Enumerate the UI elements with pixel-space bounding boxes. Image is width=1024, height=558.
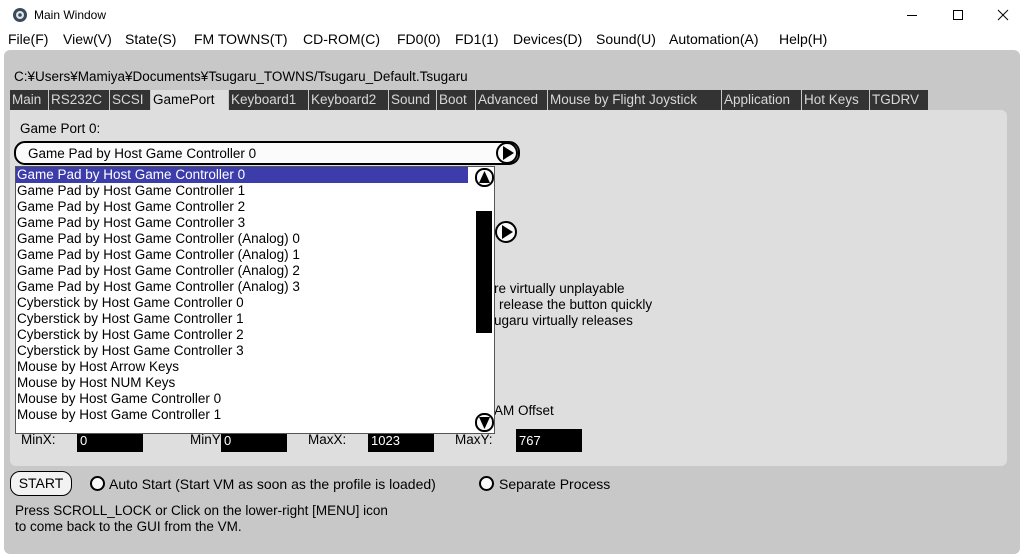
tab-tgdrv[interactable]: TGDRV [870, 90, 928, 110]
menu-fd0[interactable]: FD0(0) [397, 31, 441, 47]
dropdown-option[interactable]: Game Pad by Host Game Controller 0 [16, 167, 468, 183]
help-text-line2: to come back to the GUI from the VM. [15, 519, 242, 534]
profile-path: C:¥Users¥Mamiya¥Documents¥Tsugaru_TOWNS/… [14, 69, 468, 84]
menu-view[interactable]: View(V) [63, 31, 112, 47]
scroll-thumb[interactable] [476, 211, 492, 333]
maxy-field[interactable]: 767 [516, 429, 582, 452]
menu-automation[interactable]: Automation(A) [669, 31, 758, 47]
maxy-label: MaxY: [455, 432, 493, 447]
dropdown-option[interactable]: Game Pad by Host Game Controller (Analog… [16, 247, 468, 263]
scroll-down-icon[interactable] [475, 413, 494, 432]
dropdown-option[interactable]: Cyberstick by Host Game Controller 3 [16, 343, 468, 359]
game-port-0-combo[interactable]: Game Pad by Host Game Controller 0 [14, 141, 520, 165]
dropdown-option[interactable]: Game Pad by Host Game Controller (Analog… [16, 231, 468, 247]
menu-file[interactable]: File(F) [8, 31, 48, 47]
miny-label: MinY: [190, 432, 224, 447]
game-port-0-dropdown-list[interactable]: Game Pad by Host Game Controller 0 Game … [15, 166, 495, 434]
combo-arrow-icon[interactable] [495, 142, 519, 164]
dropdown-option[interactable]: Cyberstick by Host Game Controller 2 [16, 327, 468, 343]
menu-devices[interactable]: Devices(D) [513, 31, 582, 47]
maxx-label: MaxX: [308, 432, 347, 447]
menu-fm-towns[interactable]: FM TOWNS(T) [194, 31, 288, 47]
dropdown-scrollbar[interactable] [474, 167, 494, 433]
tab-advanced[interactable]: Advanced [476, 90, 547, 110]
tab-keyboard2[interactable]: Keyboard2 [309, 90, 388, 110]
offset-label: AM Offset [494, 403, 554, 418]
menu-cd-rom[interactable]: CD-ROM(C) [303, 31, 380, 47]
game-port-0-label: Game Port 0: [20, 121, 101, 136]
start-button[interactable]: START [10, 471, 72, 496]
tab-rs232c[interactable]: RS232C [49, 90, 109, 110]
tab-mouse-by-flight-joystick[interactable]: Mouse by Flight Joystick [548, 90, 721, 110]
dropdown-option[interactable]: Game Pad by Host Game Controller 1 [16, 183, 468, 199]
window-title: Main Window [34, 8, 107, 22]
tab-gameport[interactable]: GamePort [151, 90, 228, 110]
tab-application[interactable]: Application [722, 90, 801, 110]
menu-fd1[interactable]: FD1(1) [455, 31, 499, 47]
main-window: Main Window File(F) View(V) State(S) FM … [0, 0, 1024, 558]
close-icon [997, 9, 1009, 21]
tab-keyboard1[interactable]: Keyboard1 [229, 90, 308, 110]
tab-main[interactable]: Main [10, 90, 48, 110]
minimize-button[interactable] [889, 0, 935, 30]
combo-selected-value: Game Pad by Host Game Controller 0 [28, 146, 257, 161]
separate-process-label[interactable]: Separate Process [499, 476, 610, 492]
dropdown-option[interactable]: Game Pad by Host Game Controller (Analog… [16, 263, 468, 279]
tab-scsi[interactable]: SCSI [110, 90, 150, 110]
game-port-1-combo-arrow-icon[interactable] [494, 220, 518, 244]
dropdown-option[interactable]: Game Pad by Host Game Controller 2 [16, 199, 468, 215]
dropdown-option[interactable]: Mouse by Host Game Controller 0 [16, 391, 468, 407]
minimize-icon [907, 15, 917, 16]
menu-help[interactable]: Help(H) [779, 31, 827, 47]
app-icon [12, 7, 28, 23]
help-text-line1: Press SCROLL_LOCK or Click on the lower-… [15, 503, 388, 518]
minx-label: MinX: [21, 432, 56, 447]
tab-boot[interactable]: Boot [437, 90, 475, 110]
tab-sound[interactable]: Sound [389, 90, 436, 110]
dropdown-option[interactable]: Mouse by Host Game Controller 1 [16, 407, 468, 423]
note-text-line2: release the button quickly [499, 297, 653, 312]
maximize-icon [953, 10, 963, 20]
dropdown-option[interactable]: Cyberstick by Host Game Controller 1 [16, 311, 468, 327]
dropdown-option[interactable]: Mouse by Host NUM Keys [16, 375, 468, 391]
auto-start-radio[interactable] [90, 476, 105, 491]
maximize-button[interactable] [935, 0, 981, 30]
scroll-up-icon[interactable] [475, 168, 494, 187]
note-text-line3: ugaru virtually releases [494, 313, 633, 328]
auto-start-label[interactable]: Auto Start (Start VM as soon as the prof… [109, 476, 436, 492]
menu-bar: File(F) View(V) State(S) FM TOWNS(T) CD-… [0, 30, 1024, 50]
dropdown-option[interactable]: Cyberstick by Host Game Controller 0 [16, 295, 468, 311]
tab-hot-keys[interactable]: Hot Keys [802, 90, 869, 110]
dropdown-option[interactable]: Game Pad by Host Game Controller (Analog… [16, 279, 468, 295]
close-button[interactable] [980, 0, 1024, 30]
title-bar: Main Window [0, 0, 1024, 30]
dropdown-option[interactable]: Game Pad by Host Game Controller 3 [16, 215, 468, 231]
dropdown-option[interactable]: Mouse by Host Arrow Keys [16, 359, 468, 375]
separate-process-radio[interactable] [479, 476, 494, 491]
note-text-line1: re virtually unplayable [494, 281, 625, 296]
menu-state[interactable]: State(S) [125, 31, 176, 47]
menu-sound[interactable]: Sound(U) [596, 31, 656, 47]
